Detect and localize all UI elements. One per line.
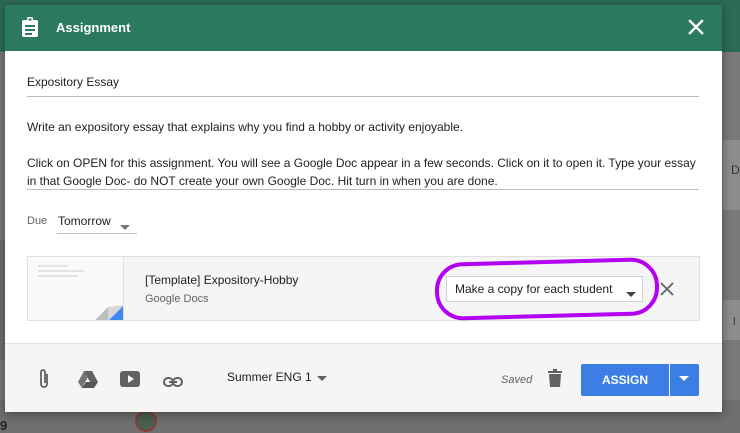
google-docs-icon — [94, 305, 123, 320]
background-panel — [723, 300, 740, 340]
dialog-footer: Summer ENG 1 Saved ASSIGN — [5, 343, 722, 412]
attachment-name[interactable]: [Template] Expository-Hobby — [145, 273, 298, 287]
close-icon[interactable] — [686, 17, 706, 42]
document-thumbnail[interactable] — [28, 257, 124, 320]
link-icon[interactable] — [163, 374, 183, 392]
dialog-title: Assignment — [56, 20, 131, 35]
chevron-down-icon — [316, 371, 327, 385]
background-text-fragment: D — [731, 163, 740, 177]
dialog-header: Assignment — [5, 5, 722, 51]
attachment-card: [Template] Expository-Hobby Google Docs … — [27, 256, 700, 321]
save-status: Saved — [501, 374, 533, 386]
remove-attachment-icon[interactable] — [659, 281, 675, 302]
background-text-fragment: 9 — [0, 418, 8, 433]
youtube-icon[interactable] — [120, 371, 140, 392]
background-avatar — [135, 410, 157, 432]
assignment-title-input[interactable]: Expository Essay — [27, 75, 699, 97]
google-drive-icon[interactable] — [78, 370, 98, 393]
attachment-type: Google Docs — [145, 293, 209, 305]
assignment-dialog: Assignment Expository Essay Write an exp… — [5, 5, 722, 412]
chevron-down-icon — [120, 220, 130, 234]
instructions-input[interactable]: Write an expository essay that explains … — [27, 118, 699, 190]
instructions-paragraph: Write an expository essay that explains … — [27, 120, 464, 134]
class-name: Summer ENG 1 — [227, 370, 312, 384]
clipboard-icon — [21, 17, 39, 42]
paperclip-icon[interactable] — [37, 368, 51, 395]
trash-icon[interactable] — [548, 369, 562, 392]
due-date-select[interactable]: Tomorrow — [57, 212, 137, 234]
dropdown-arrow-icon — [679, 376, 689, 381]
assign-options-button[interactable] — [670, 364, 699, 396]
instructions-paragraph: Click on OPEN for this assignment. You w… — [27, 156, 696, 188]
background-text-fragment: l — [733, 316, 736, 328]
due-date-value: Tomorrow — [58, 214, 111, 228]
due-label: Due — [27, 215, 48, 227]
class-select[interactable]: Summer ENG 1 — [227, 370, 327, 385]
annotation-circle — [434, 257, 660, 321]
assign-button[interactable]: ASSIGN — [581, 364, 669, 396]
